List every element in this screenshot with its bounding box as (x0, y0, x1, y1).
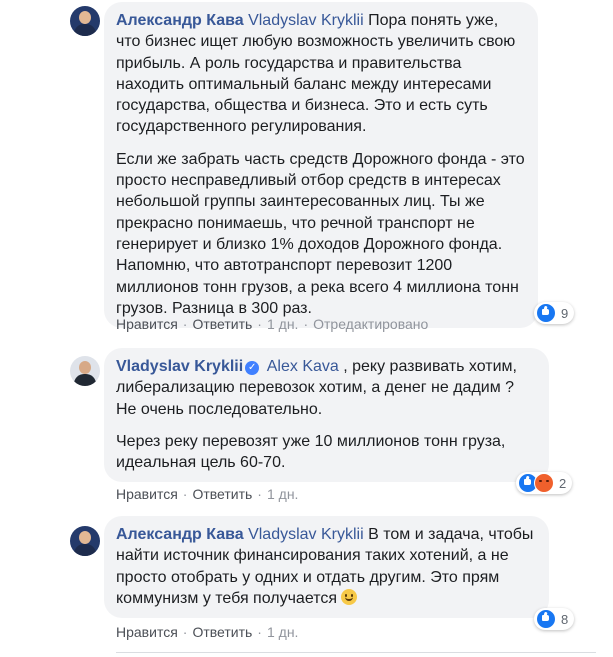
separator: · (257, 316, 262, 332)
like-reaction-icon (536, 303, 556, 323)
like-button[interactable]: Нравится (116, 624, 178, 640)
comment-actions: Нравится · Ответить · 1 дн. · Отредактировано (116, 316, 428, 332)
reactions-summary[interactable]: 2 (516, 472, 573, 494)
angry-reaction-icon (534, 473, 554, 493)
reply-button[interactable]: Ответить (192, 486, 252, 502)
comment-actions: Нравится · Ответить · 1 дн. (116, 624, 298, 640)
reaction-count: 9 (561, 305, 569, 321)
smiley-emoji-icon (341, 588, 358, 605)
separator: · (257, 624, 262, 640)
comment-author[interactable]: Vladyslav Kryklii (116, 358, 243, 375)
separator: · (182, 486, 188, 502)
like-button[interactable]: Нравится (116, 486, 178, 502)
comment-bubble: Александр Кава Vladyslav Kryklii В том и… (104, 516, 549, 619)
edited-label[interactable]: Отредактировано (313, 316, 428, 332)
comment-bubble: Vladyslav Kryklii ✓ Alex Kava , реку разв… (104, 348, 549, 483)
mention-link[interactable]: Vladyslav Kryklii (248, 12, 364, 29)
reaction-count: 2 (559, 475, 567, 491)
comment-actions: Нравится · Ответить · 1 дн. (116, 486, 298, 502)
like-button[interactable]: Нравится (116, 316, 178, 332)
comment-text: Если же забрать часть средств Дорожного … (116, 150, 525, 317)
reactions-summary[interactable]: 8 (534, 608, 575, 630)
like-reaction-icon (536, 609, 556, 629)
verified-badge-icon: ✓ (245, 361, 260, 375)
mention-link[interactable]: Alex Kava (267, 358, 339, 375)
separator: · (182, 624, 188, 640)
divider (116, 652, 596, 653)
reply-button[interactable]: Ответить (192, 316, 252, 332)
avatar[interactable] (70, 6, 100, 36)
reply-button[interactable]: Ответить (192, 624, 252, 640)
avatar[interactable] (70, 526, 100, 556)
reactions-summary[interactable]: 9 (534, 302, 575, 324)
reaction-count: 8 (561, 611, 569, 627)
comment-bubble: Александр Кава Vladyslav Kryklii Пора по… (104, 2, 538, 329)
comment-text: Через реку перевозят уже 10 миллионов то… (116, 432, 506, 472)
separator: · (182, 316, 188, 332)
comment-author[interactable]: Александр Кава (116, 526, 244, 543)
comment-timestamp[interactable]: 1 дн. (267, 624, 298, 640)
comment-timestamp[interactable]: 1 дн. (267, 486, 298, 502)
mention-link[interactable]: Vladyslav Kryklii (248, 526, 364, 543)
comment-text: Пора понять уже, что бизнес ищет любую в… (116, 12, 516, 136)
comment-timestamp[interactable]: 1 дн. (267, 316, 298, 332)
comment-author[interactable]: Александр Кава (116, 12, 244, 29)
separator: · (257, 486, 262, 502)
separator: · (303, 316, 309, 332)
avatar[interactable] (70, 356, 100, 386)
